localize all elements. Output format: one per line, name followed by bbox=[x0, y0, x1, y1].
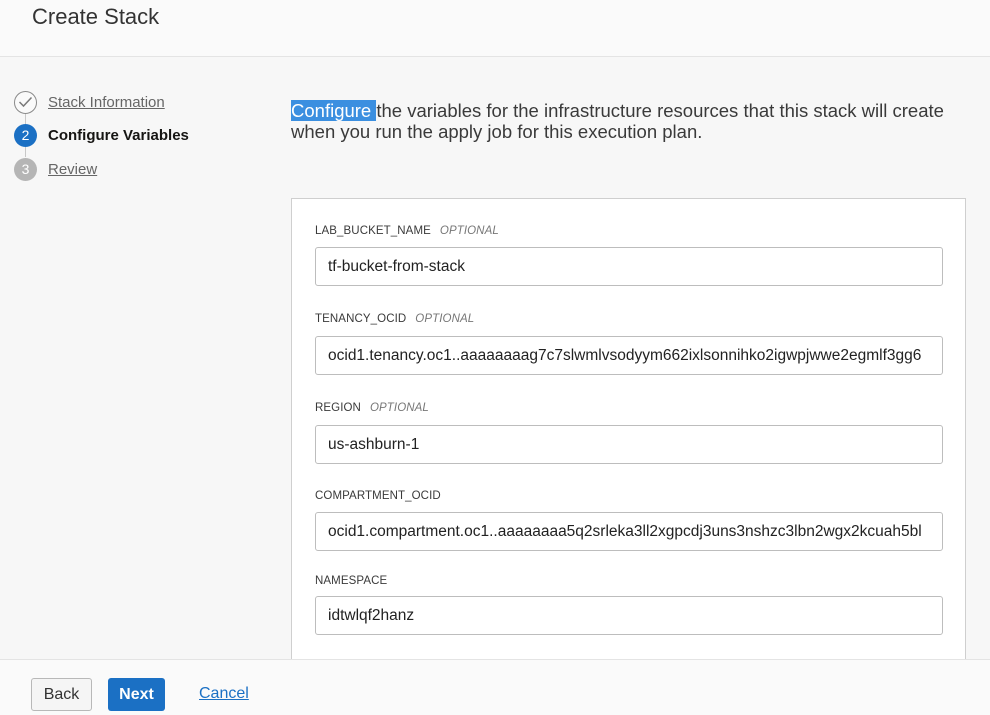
variables-panel: LAB_BUCKET_NAME OPTIONAL tf-bucket-from-s… bbox=[291, 198, 966, 668]
step-number: 3 bbox=[14, 157, 37, 181]
field-label-lab-bucket-name: LAB_BUCKET_NAME OPTIONAL bbox=[315, 225, 499, 237]
field-label-tenancy-ocid: TENANCY_OCID OPTIONAL bbox=[315, 313, 475, 325]
compartment-ocid-input[interactable]: ocid1.compartment.oc1..aaaaaaaa5q2srleka… bbox=[315, 512, 943, 551]
step-configure-variables: 2 Configure Variables bbox=[14, 123, 234, 147]
check-circle-icon bbox=[14, 90, 37, 114]
page-title: Create Stack bbox=[32, 4, 160, 29]
optional-tag: OPTIONAL bbox=[415, 313, 475, 325]
next-button[interactable]: Next bbox=[108, 678, 165, 711]
tenancy-ocid-input[interactable]: ocid1.tenancy.oc1..aaaaaaaag7c7slwmlvsod… bbox=[315, 336, 943, 375]
intro-text: Configure the variables for the infrastr… bbox=[291, 100, 971, 142]
selected-text: Configure bbox=[291, 100, 377, 121]
step-label[interactable]: Review bbox=[48, 161, 97, 178]
region-input[interactable]: us-ashburn-1 bbox=[315, 425, 943, 464]
step-stack-information[interactable]: Stack Information bbox=[14, 90, 234, 114]
footer-bar: Back Next Cancel bbox=[0, 659, 990, 715]
step-number: 2 bbox=[14, 123, 37, 147]
field-label-compartment-ocid: COMPARTMENT_OCID bbox=[315, 490, 441, 502]
namespace-input[interactable]: idtwlqf2hanz bbox=[315, 596, 943, 635]
field-label-region: REGION OPTIONAL bbox=[315, 402, 429, 414]
step-label: Configure Variables bbox=[48, 126, 189, 144]
optional-tag: OPTIONAL bbox=[439, 225, 499, 237]
step-label[interactable]: Stack Information bbox=[48, 94, 165, 111]
field-label-namespace: NAMESPACE bbox=[315, 575, 388, 587]
back-button[interactable]: Back bbox=[31, 678, 92, 711]
optional-tag: OPTIONAL bbox=[369, 402, 429, 414]
step-review[interactable]: 3 Review bbox=[14, 157, 234, 181]
page-header: Create Stack bbox=[0, 0, 990, 57]
cancel-link[interactable]: Cancel bbox=[199, 685, 249, 703]
intro-rest: the variables for the infrastructure res… bbox=[291, 100, 944, 142]
lab-bucket-name-input[interactable]: tf-bucket-from-stack bbox=[315, 247, 943, 286]
step-connector bbox=[25, 147, 26, 157]
